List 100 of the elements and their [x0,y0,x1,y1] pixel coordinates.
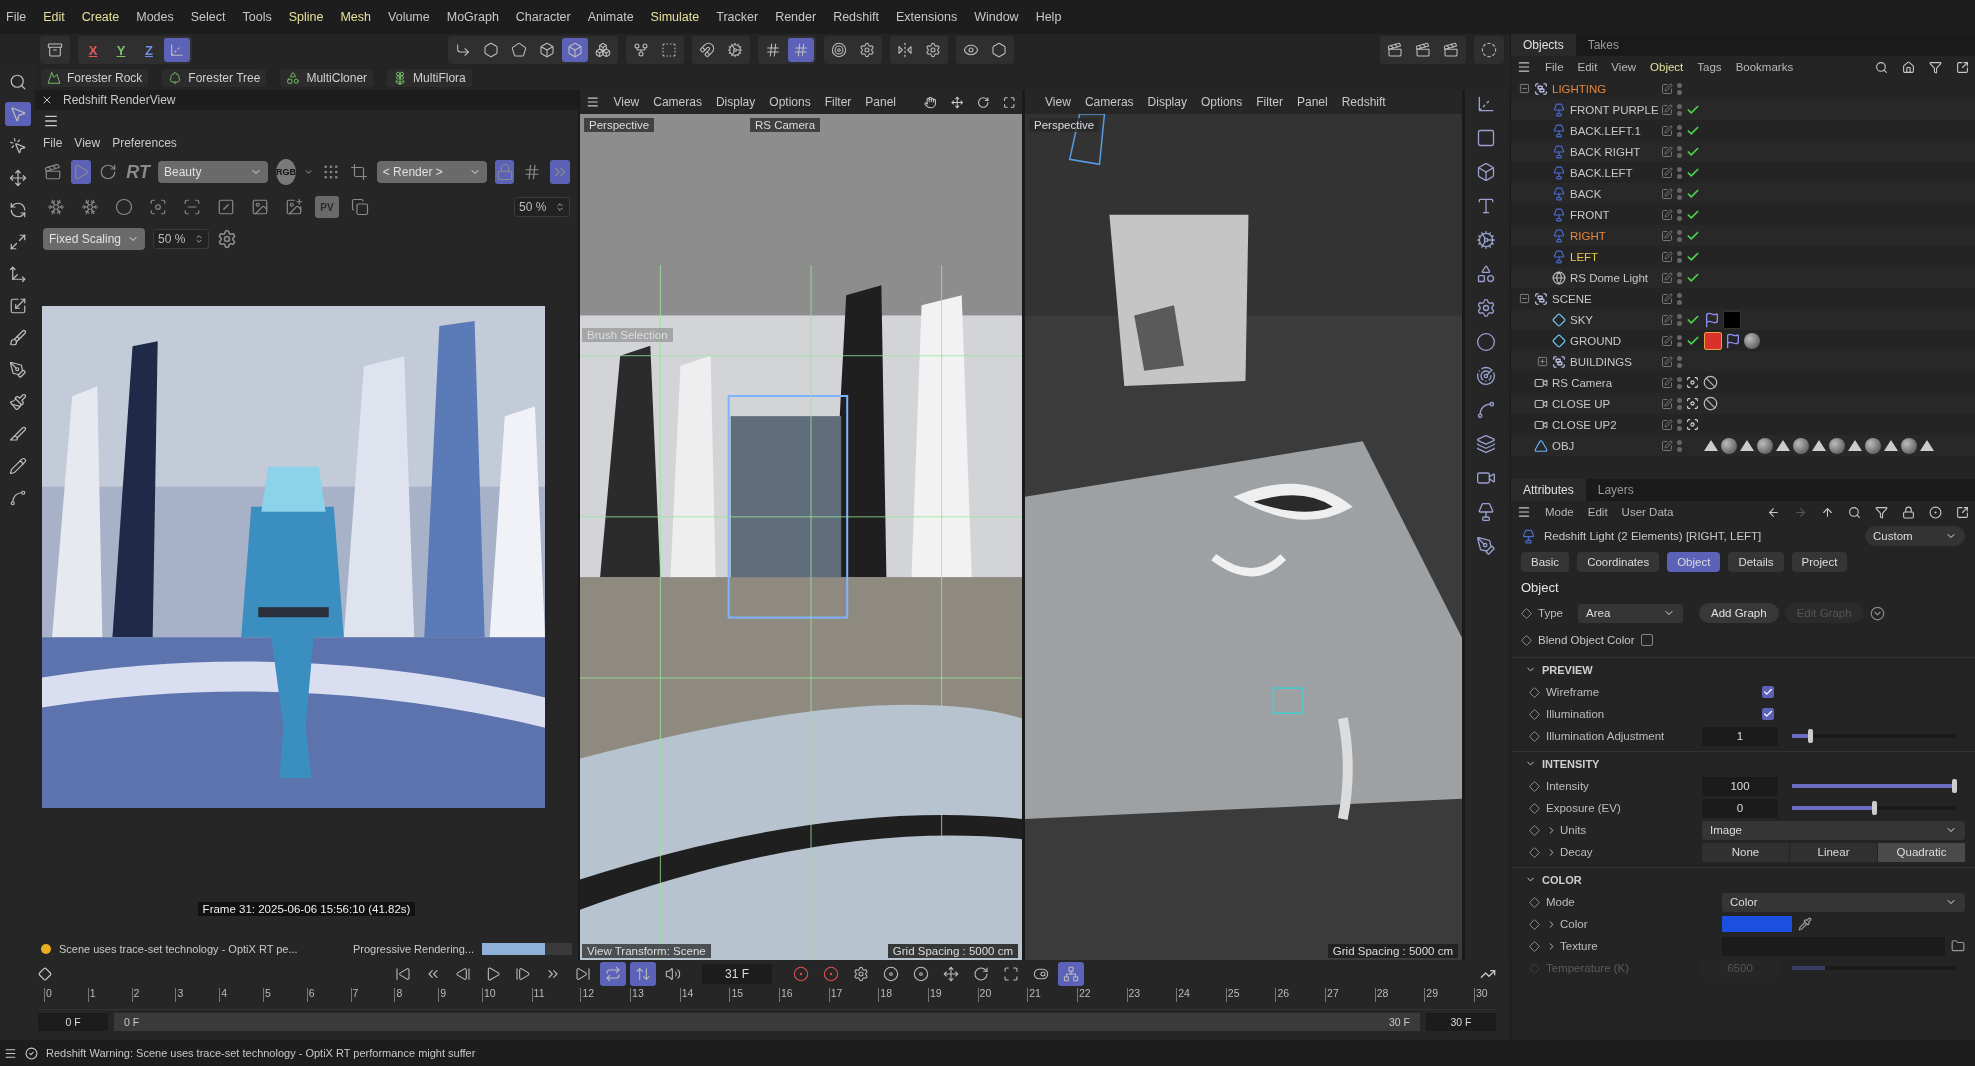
object-name[interactable]: BACK RIGHT [1570,145,1641,158]
plugin-button[interactable]: MultiCloner [280,69,374,87]
object-name[interactable]: RS Dome Light [1570,271,1648,284]
add-graph-button[interactable]: Add Graph [1699,603,1779,623]
axis-toggle[interactable]: X [80,38,106,62]
menu-item[interactable]: User Data [1621,506,1674,518]
object-name[interactable]: RS Camera [1552,376,1613,389]
menu-item[interactable]: Preferences [112,136,177,150]
dropdown[interactable]: < Render > [376,161,487,183]
type-dropdown[interactable]: Area [1578,603,1683,623]
axis-toggle[interactable]: Y [108,38,134,62]
dropdown[interactable]: Image [1702,820,1965,840]
range-bar[interactable]: 0 F 30 F [114,1013,1420,1031]
menu-item[interactable]: Extensions [896,10,958,24]
object-name[interactable]: BACK.LEFT [1570,166,1633,179]
menu-item[interactable]: File [1545,61,1564,73]
menu-item[interactable]: Help [1035,10,1062,24]
dropdown[interactable]: Beauty [158,161,268,183]
menu-item[interactable]: Panel [1296,95,1328,109]
object-name[interactable]: BACK [1570,187,1602,200]
segment-button[interactable]: None [1702,842,1789,862]
panel-tab[interactable]: Layers [1585,479,1646,501]
menu-item[interactable]: Options [769,95,811,109]
menu-item[interactable]: MoGraph [446,10,499,24]
menu-item[interactable]: Render [775,10,817,24]
object-name[interactable]: CLOSE UP [1552,397,1611,410]
menu-item[interactable]: Select [190,10,226,24]
object-name[interactable]: SCENE [1552,292,1592,305]
start-frame-field[interactable]: 0 F [38,1013,108,1031]
menu-item[interactable]: Mesh [340,10,372,24]
panel-tab[interactable]: Takes [1575,34,1632,56]
preset-dropdown[interactable]: Custom [1865,526,1965,546]
group-title[interactable]: INTENSITY [1542,757,1600,770]
rgb-button[interactable]: RGB [276,159,296,185]
plugin-button[interactable]: Forester Tree [162,69,267,87]
segment-button[interactable]: Linear [1790,842,1877,862]
object-name[interactable]: LEFT [1570,250,1599,263]
menu-item[interactable]: Redshift [833,10,879,24]
zoom-field[interactable]: 50 % [153,229,210,249]
menu-item[interactable]: Edit [1587,506,1608,518]
object-name[interactable]: FRONT [1570,208,1610,221]
attribute-tab[interactable]: Object [1667,552,1721,572]
menu-item[interactable]: Filter [824,95,852,109]
object-name[interactable]: GROUND [1570,334,1622,347]
menu-item[interactable]: Tools [242,10,272,24]
menu-item[interactable]: Edit [1577,61,1598,73]
menu-item[interactable]: Display [715,95,756,109]
end-frame-field[interactable]: 30 F [1426,1013,1496,1031]
group-title[interactable]: PREVIEW [1542,663,1593,676]
number-field[interactable]: 0 [1702,798,1778,818]
menu-item[interactable]: Volume [388,10,430,24]
menu-item[interactable]: Mode [1545,506,1574,518]
dropdown[interactable]: Color [1722,892,1965,912]
object-name[interactable]: BACK.LEFT.1 [1570,124,1641,137]
menu-item[interactable]: View [1611,61,1637,73]
menu-item[interactable]: Bookmarks [1735,61,1794,73]
number-field[interactable]: 1 [1702,726,1778,746]
object-name[interactable]: OBJ [1552,439,1575,452]
object-name[interactable]: CLOSE UP2 [1552,418,1617,431]
object-name[interactable]: LIGHTING [1552,82,1607,95]
object-name[interactable]: FRONT PURPLE [1570,103,1659,116]
plugin-button[interactable]: MultiFlora [387,69,472,87]
menu-item[interactable]: Simulate [650,10,700,24]
panel-tab[interactable]: Objects [1511,34,1576,56]
menu-item[interactable]: Spline [288,10,324,24]
rt-label[interactable]: RT [126,161,150,183]
menu-item[interactable]: Edit [43,10,65,24]
group-title[interactable]: COLOR [1542,873,1582,886]
menu-item[interactable]: View [613,95,640,109]
attribute-tab[interactable]: Project [1791,552,1848,572]
menu-item[interactable]: Panel [865,95,897,109]
menu-item[interactable]: File [6,10,27,24]
menu-item[interactable]: Redshift [1341,95,1386,109]
menu-item[interactable]: View [74,136,101,150]
menu-item[interactable]: Filter [1256,95,1283,109]
menu-item[interactable]: Tags [1697,61,1722,73]
object-name[interactable]: RIGHT [1570,229,1606,242]
menu-item[interactable]: File [43,136,63,150]
zoom-field[interactable]: 50 % [514,197,570,217]
menu-item[interactable]: Animate [587,10,634,24]
frame-field[interactable]: 31 F [702,964,772,984]
menu-item[interactable]: Options [1200,95,1243,109]
menu-item[interactable]: Cameras [1084,95,1134,109]
attribute-tab[interactable]: Basic [1521,552,1570,572]
object-name[interactable]: SKY [1570,313,1593,326]
plugin-button[interactable]: Forester Rock [41,69,149,87]
scaling-dropdown[interactable]: Fixed Scaling [43,228,146,250]
menu-item[interactable]: Object [1650,61,1684,73]
axis-toggle[interactable]: Z [136,38,162,62]
attribute-tab[interactable]: Details [1728,552,1784,572]
menu-item[interactable]: Cameras [653,95,702,109]
menu-item[interactable]: Create [81,10,120,24]
panel-tab[interactable]: Attributes [1511,479,1586,501]
menu-item[interactable]: Character [515,10,571,24]
menu-item[interactable]: Modes [136,10,174,24]
attribute-tab[interactable]: Coordinates [1577,552,1660,572]
menu-item[interactable]: Display [1147,95,1187,109]
number-field[interactable]: 100 [1702,776,1778,796]
object-name[interactable]: BUILDINGS [1570,355,1632,368]
segment-button[interactable]: Quadratic [1878,842,1965,862]
